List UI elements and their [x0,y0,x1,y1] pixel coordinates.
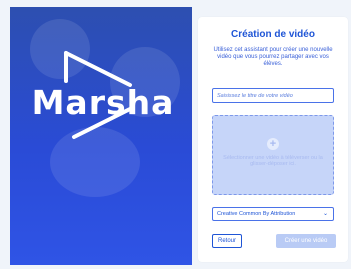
plus-circle-icon: + [267,138,279,150]
dropzone-text: Sélectionner une vidéo à téléverser ou l… [223,155,323,167]
chevron-down-icon: ⌄ [322,211,328,217]
back-button[interactable]: Retour [212,234,242,248]
form-title: Création de vidéo [231,29,315,40]
form-description: Utilisez cet assistant pour créer une no… [213,47,333,67]
video-dropzone[interactable]: + Sélectionner une vidéo à téléverser ou… [212,115,334,195]
license-select[interactable]: Creative Common By Attribution ⌄ [212,207,334,221]
logo-text: Marsha [31,83,175,122]
video-title-input[interactable] [212,88,334,103]
video-creation-form: Création de vidéo Utilisez cet assistant… [198,17,348,262]
license-selected-value: Creative Common By Attribution [217,211,296,217]
brand-panel: Marsha [10,7,192,265]
marsha-logo: Marsha [28,47,178,143]
create-video-button[interactable]: Créer une vidéo [276,234,336,248]
